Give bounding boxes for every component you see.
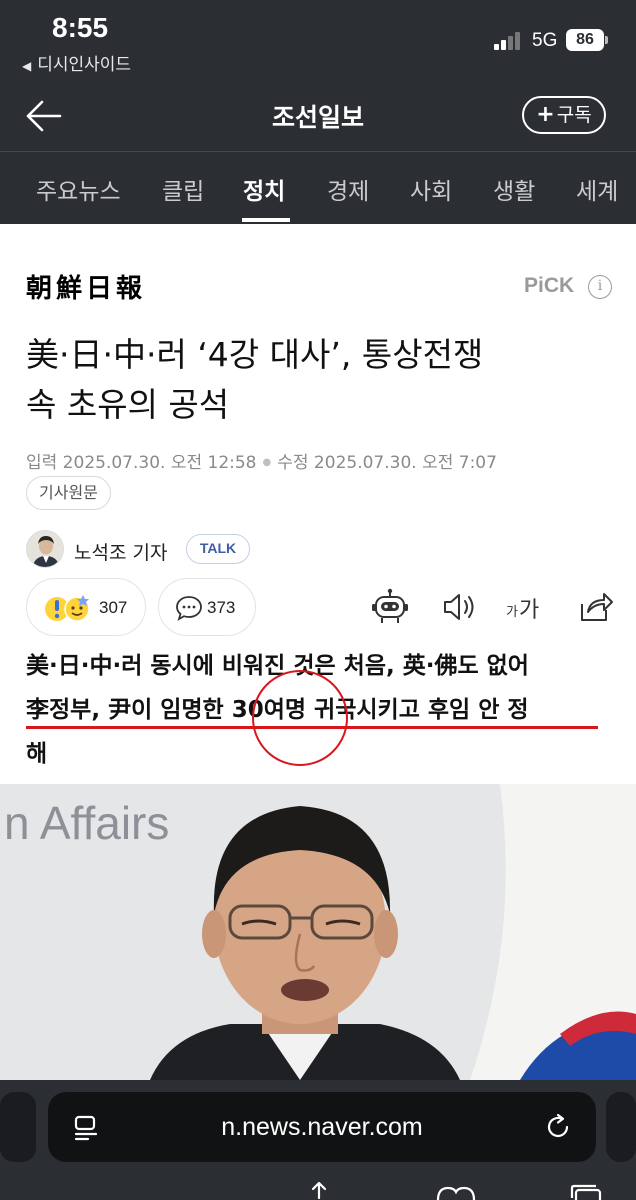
signal-icon xyxy=(494,32,524,50)
tab-clip[interactable]: 클립 xyxy=(162,172,204,206)
font-size-button[interactable]: 가 가 xyxy=(506,588,548,626)
back-app-label: 디시인사이드 xyxy=(37,55,132,75)
headline-line: 美·日·中·러 ‘4강 대사’, 통상전쟁 xyxy=(26,335,484,374)
modified-date: 수정 2025.07.30. 오전 7:07 xyxy=(277,453,497,473)
back-to-app-link[interactable]: ◀ 디시인사이드 xyxy=(22,50,131,75)
tab-life[interactable]: 생활 xyxy=(493,172,535,206)
address-bar[interactable]: n.news.naver.com xyxy=(48,1092,596,1162)
subscribe-label: 구독 xyxy=(556,104,592,126)
tts-button[interactable] xyxy=(440,588,480,626)
tab-society[interactable]: 사회 xyxy=(410,172,452,206)
subscribe-button[interactable]: + 구독 xyxy=(522,96,606,134)
info-icon[interactable]: i xyxy=(588,275,612,299)
share-icon[interactable] xyxy=(304,1180,334,1200)
date-separator: ● xyxy=(262,457,272,468)
plus-icon: + xyxy=(536,102,555,127)
reporter-photo xyxy=(27,531,63,567)
comment-icon xyxy=(176,596,202,621)
font-size-large-label: 가 xyxy=(519,598,540,623)
font-size-small-label: 가 xyxy=(506,605,518,620)
pick-badge: PiCK xyxy=(524,274,575,297)
category-tabs: 주요뉴스 클립 정치 경제 사회 생활 세계 xyxy=(0,152,636,224)
next-tab-preview[interactable] xyxy=(606,1092,636,1162)
robot-icon xyxy=(372,588,408,623)
battery-icon: 86 xyxy=(566,29,604,51)
article-headline: 美·日·中·러 ‘4강 대사’, 통상전쟁 속 초유의 공석 xyxy=(26,330,616,430)
active-tab-indicator xyxy=(242,218,290,222)
share-icon xyxy=(581,593,613,621)
reporter-avatar[interactable] xyxy=(26,530,64,568)
status-bar: 8:55 ◀ 디시인사이드 5G 86 xyxy=(0,0,636,80)
tabs-icon[interactable] xyxy=(570,1184,606,1200)
reaction-button[interactable]: 307 xyxy=(26,578,146,636)
tab-economy[interactable]: 경제 xyxy=(327,172,369,206)
clock: 8:55 xyxy=(52,12,109,43)
article: 朝鮮日報 PiCK i 美·日·中·러 ‘4강 대사’, 통상전쟁 속 초유의 … xyxy=(0,224,636,784)
reload-icon[interactable] xyxy=(544,1113,572,1141)
summary-bot-button[interactable] xyxy=(370,588,410,626)
input-date: 입력 2025.07.30. 오전 12:58 xyxy=(26,453,257,473)
reporter-name[interactable]: 노석조 기자 xyxy=(74,538,167,565)
speaker-photo-illustration xyxy=(150,784,636,1080)
back-triangle-icon: ◀ xyxy=(22,59,32,73)
bookmarks-icon[interactable] xyxy=(436,1184,476,1200)
share-button[interactable] xyxy=(576,588,616,626)
app-header: 조선일보 + 구독 xyxy=(0,80,636,152)
browser-bottom-bar: n.news.naver.com xyxy=(0,1080,636,1200)
article-dates: 입력 2025.07.30. 오전 12:58 ● 수정 2025.07.30. 오… xyxy=(26,448,497,473)
original-article-button[interactable]: 기사원문 xyxy=(26,476,111,510)
speaker-icon xyxy=(444,594,474,620)
headline-line: 속 초유의 공석 xyxy=(26,385,230,424)
battery-tip xyxy=(605,36,608,44)
comment-button[interactable]: 373 xyxy=(158,578,256,636)
article-photo[interactable]: n Affairs xyxy=(0,784,636,1080)
press-logo[interactable]: 朝鮮日報 xyxy=(26,268,146,305)
previous-tab-preview[interactable] xyxy=(0,1092,36,1162)
emoji-reactions-icon xyxy=(45,595,90,622)
comment-count: 373 xyxy=(207,598,236,617)
url-text[interactable]: n.news.naver.com xyxy=(48,1113,596,1142)
tab-world[interactable]: 세계 xyxy=(576,172,618,206)
tab-politics[interactable]: 정치 xyxy=(243,172,285,206)
talk-button[interactable]: TALK xyxy=(186,534,250,564)
network-label: 5G xyxy=(532,30,558,51)
reaction-count: 307 xyxy=(99,598,128,617)
red-circle-annotation xyxy=(252,670,348,766)
tab-main-news[interactable]: 주요뉴스 xyxy=(36,172,121,206)
